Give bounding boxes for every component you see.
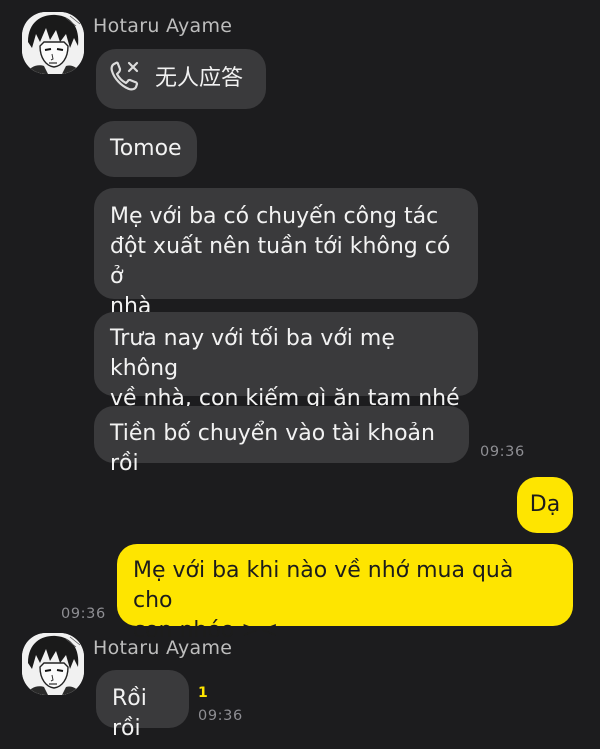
message-timestamp: 09:36 [480,444,525,460]
missed-call-icon [110,61,139,91]
message-text: Tiền bố chuyển vào tài khoản rồi [110,421,435,476]
sender-name: Hotaru Ayame [93,637,233,659]
message-text: Mẹ với ba có chuyến công tác đột xuất nê… [110,204,451,319]
message-text: Dạ [529,492,561,517]
sender-name: Hotaru Ayame [93,15,233,37]
message-text: Rồi rồi [112,686,147,741]
message-bubble[interactable]: Rồi rồi [96,670,189,741]
message-bubble[interactable]: Mẹ với ba có chuyến công tác đột xuất nê… [94,188,478,319]
message-bubble[interactable]: Tiền bố chuyển vào tài khoản rồi [94,406,469,476]
message-timestamp: 09:36 [198,708,243,724]
message-bubble[interactable]: Trưa nay với tối ba với mẹ không về nhà,… [94,312,478,411]
message-text: Mẹ với ba khi nào về nhớ mua quà cho con… [133,558,514,643]
message-bubble[interactable]: Tomoe [94,121,197,177]
message-text: Tomoe [110,136,182,161]
missed-call-bubble[interactable]: 无人应答 [96,49,266,109]
my-message-bubble[interactable]: Mẹ với ba khi nào về nhớ mua quà cho con… [117,544,573,643]
message-timestamp: 09:36 [61,606,106,622]
message-text: Trưa nay với tối ba với mẹ không về nhà,… [110,326,460,411]
my-message-bubble[interactable]: Dạ [517,477,573,533]
manga-portrait-avatar-icon [22,12,84,74]
unread-count-badge: 1 [198,685,208,701]
manga-portrait-avatar-icon [22,633,84,695]
avatar[interactable] [22,12,84,74]
avatar[interactable] [22,633,84,695]
call-status-text: 无人应答 [155,66,244,91]
